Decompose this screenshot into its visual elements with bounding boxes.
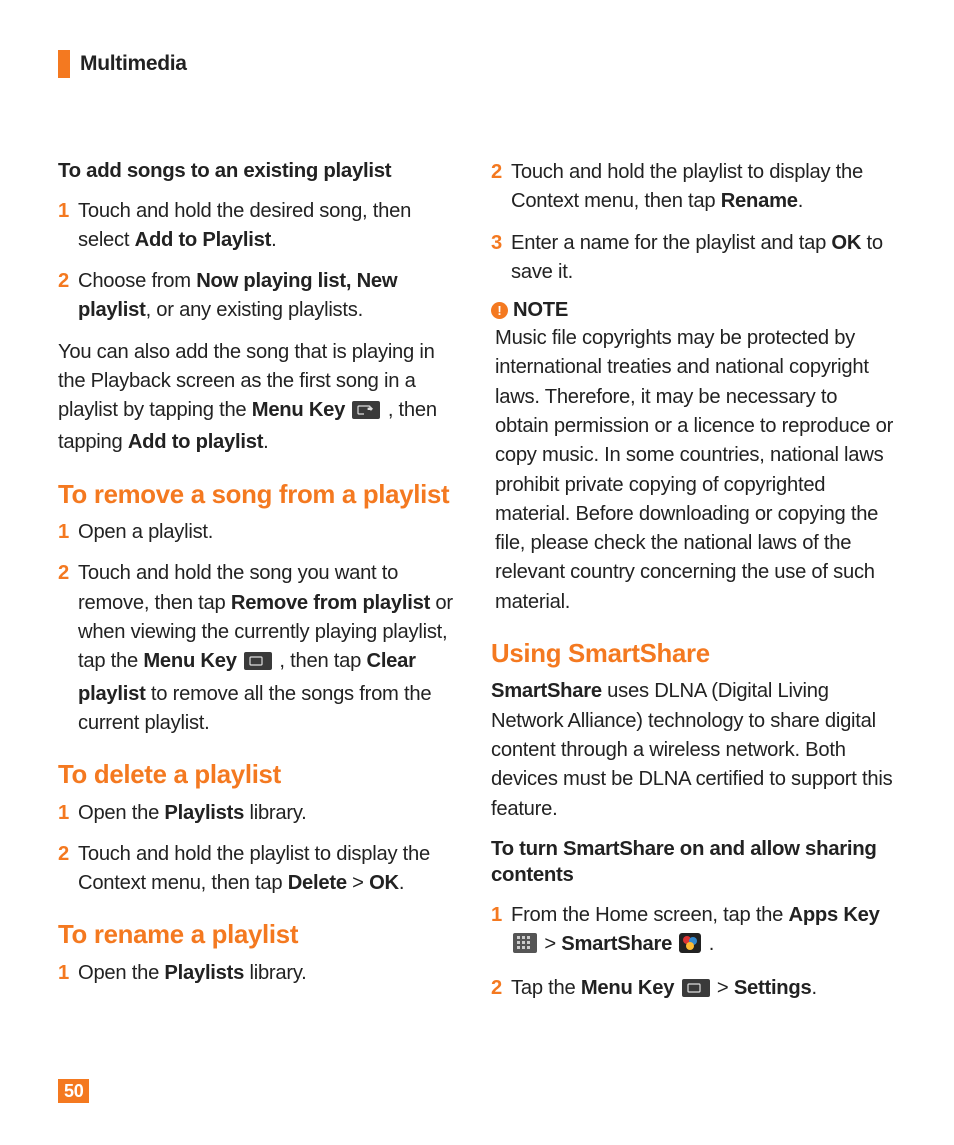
step-number: 2 (58, 840, 72, 869)
step: 2 Tap the Menu Key > Settings. (491, 974, 896, 1006)
step-number: 1 (58, 799, 72, 828)
step-number: 2 (491, 158, 505, 187)
left-column: To add songs to an existing playlist 1 T… (58, 158, 463, 1019)
heading-smartshare: Using SmartShare (491, 639, 896, 669)
right-column: 2 Touch and hold the playlist to display… (491, 158, 896, 1019)
smartshare-intro: SmartShare uses DLNA (Digital Living Net… (491, 677, 896, 823)
step-text: Touch and hold the playlist to display t… (78, 840, 463, 899)
note-label: NOTE (513, 299, 568, 322)
note-header: ! NOTE (491, 299, 896, 322)
heading-rename-playlist: To rename a playlist (58, 920, 463, 950)
step-text: Tap the Menu Key > Settings. (511, 974, 896, 1006)
note-body: Music file copyrights may be protected b… (491, 324, 896, 617)
paragraph: You can also add the song that is playin… (58, 338, 463, 458)
smartshare-icon (679, 933, 701, 962)
step-text: Open the Playlists library. (78, 799, 463, 828)
page-header: Multimedia (58, 50, 896, 78)
step: 1 Open the Playlists library. (58, 799, 463, 828)
subheading-turn-on-smartshare: To turn SmartShare on and allow sharing … (491, 836, 896, 889)
subheading-add-songs: To add songs to an existing playlist (58, 158, 463, 185)
step-text: Open a playlist. (78, 518, 463, 547)
step: 1 Open the Playlists library. (58, 959, 463, 988)
step: 1 Touch and hold the desired song, then … (58, 197, 463, 256)
menu-key-icon (682, 977, 710, 1006)
step: 2 Choose from Now playing list, New play… (58, 267, 463, 326)
step-number: 2 (58, 559, 72, 588)
step-number: 1 (491, 901, 505, 930)
step-text: From the Home screen, tap the Apps Key >… (511, 901, 896, 963)
step-number: 3 (491, 229, 505, 258)
step-text: Touch and hold the playlist to display t… (511, 158, 896, 217)
section-title: Multimedia (80, 52, 187, 76)
step-number: 1 (58, 959, 72, 988)
step-text: Enter a name for the playlist and tap OK… (511, 229, 896, 288)
header-accent (58, 50, 70, 78)
step: 2 Touch and hold the song you want to re… (58, 559, 463, 738)
heading-delete-playlist: To delete a playlist (58, 760, 463, 790)
page-number: 50 (58, 1079, 89, 1103)
menu-key-icon (244, 650, 272, 679)
step-number: 2 (491, 974, 505, 1003)
heading-remove-song: To remove a song from a playlist (58, 480, 463, 510)
step: 1 From the Home screen, tap the Apps Key… (491, 901, 896, 963)
step: 1 Open a playlist. (58, 518, 463, 547)
step-text: Touch and hold the song you want to remo… (78, 559, 463, 738)
step-text: Open the Playlists library. (78, 959, 463, 988)
step-number: 2 (58, 267, 72, 296)
apps-key-icon (513, 933, 537, 962)
step: 2 Touch and hold the playlist to display… (491, 158, 896, 217)
step-text: Touch and hold the desired song, then se… (78, 197, 463, 256)
step-number: 1 (58, 197, 72, 226)
step: 2 Touch and hold the playlist to display… (58, 840, 463, 899)
menu-key-icon (352, 399, 380, 428)
step-text: Choose from Now playing list, New playli… (78, 267, 463, 326)
note-icon: ! (491, 302, 508, 319)
step-number: 1 (58, 518, 72, 547)
step: 3 Enter a name for the playlist and tap … (491, 229, 896, 288)
